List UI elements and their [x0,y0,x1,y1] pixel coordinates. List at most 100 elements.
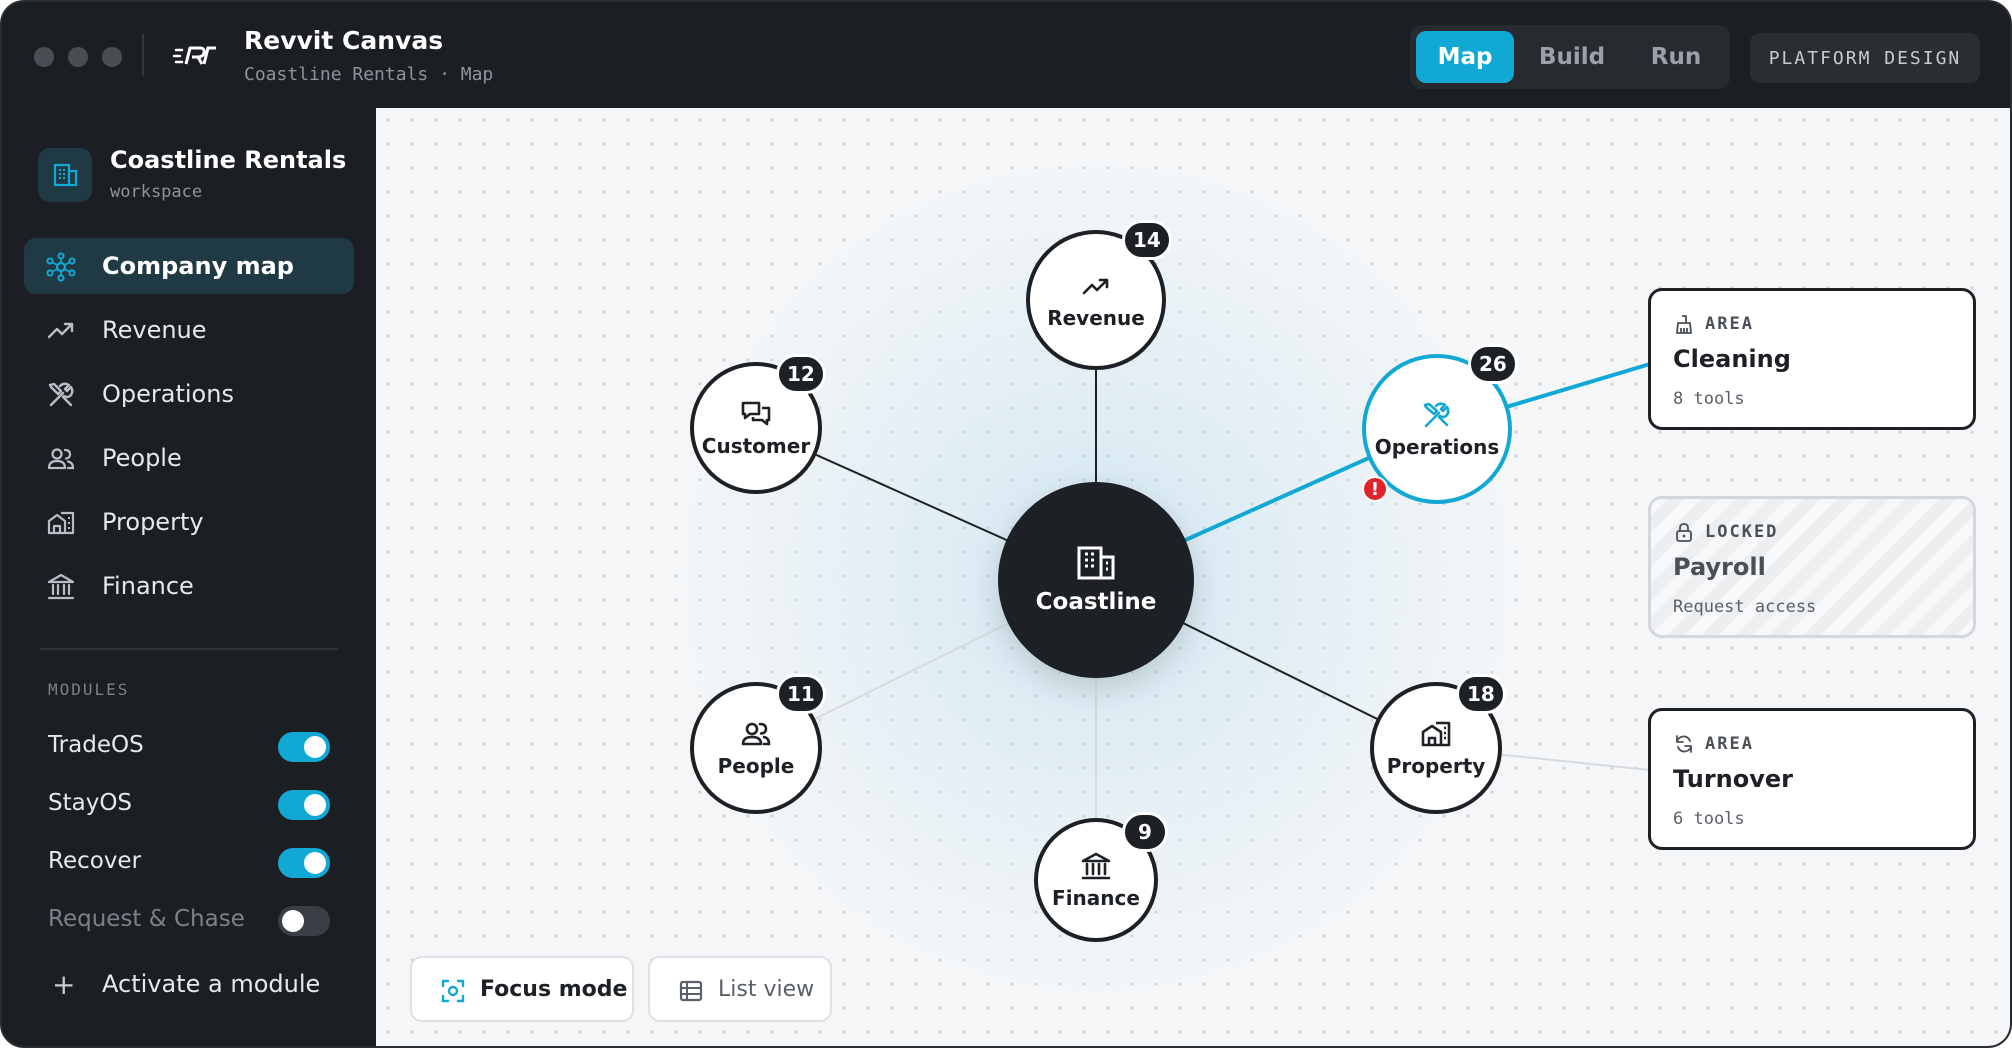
focus-icon [441,979,465,1003]
maximize-window-button[interactable] [102,47,122,67]
area-card-payroll-locked[interactable]: LOCKED Payroll Request access [1648,496,1976,638]
warning-icon[interactable]: ! [1362,476,1388,502]
toggle-knob [304,736,326,758]
node-center-coastline[interactable]: Coastline [998,482,1194,678]
property-icon [1421,721,1451,747]
trend-up-icon [47,322,74,339]
module-recover: Recover [48,846,330,880]
node-label: Property [1386,754,1486,778]
request-access-link[interactable]: Request access [1673,597,1816,617]
module-toggle-recover[interactable] [278,848,330,878]
tab-run[interactable]: Run [1628,31,1724,83]
list-icon [679,980,703,1002]
broom-icon [1676,315,1692,334]
modules-heading: MODULES [48,680,130,699]
view-mode-switcher: Map Build Run [1410,25,1730,89]
module-tradeos: TradeOS [48,730,330,764]
tools-icon [1423,402,1450,428]
count-badge-people: 11 [776,674,826,714]
app-window: Revvit Canvas Coastline Rentals · Map Ma… [0,0,2012,1048]
card-tag-label: AREA [1705,314,1754,334]
sidebar-item-operations[interactable]: Operations [24,366,354,422]
workspace-subtitle: workspace [110,182,203,202]
sidebar: Coastline Rentals workspace Company map … [2,108,376,1046]
trend-up-icon [1082,278,1109,295]
module-label: StayOS [48,790,133,816]
plus-icon: + [52,968,76,1001]
lock-icon [1676,523,1692,542]
sidebar-item-finance[interactable]: Finance [24,558,354,614]
card-tag: AREA [1673,733,1754,755]
sidebar-item-label: Property [102,508,204,536]
count-badge-operations: 26 [1468,344,1518,384]
map-canvas[interactable]: Revenue 14 Customer 12 Operations 26 ! P… [376,108,2010,1046]
minimize-window-button[interactable] [68,47,88,67]
sidebar-item-property[interactable]: Property [24,494,354,550]
module-label: TradeOS [48,732,144,758]
area-card-turnover[interactable]: AREA Turnover 6 tools [1648,708,1976,850]
close-window-button[interactable] [34,47,54,67]
property-icon [47,511,75,535]
bank-icon [47,573,75,600]
sidebar-item-people[interactable]: People [24,430,354,486]
breadcrumb: Coastline Rentals · Map [244,64,494,85]
module-toggle-request-chase[interactable] [278,906,330,936]
sidebar-item-label: Revenue [102,316,207,344]
node-label: Operations [1374,435,1500,459]
sidebar-divider [40,648,338,650]
card-tag: AREA [1673,313,1754,335]
node-label: People [717,754,795,778]
node-label: Revenue [1047,306,1145,330]
sidebar-item-label: People [102,444,182,472]
people-icon [47,448,75,470]
platform-design-button[interactable]: PLATFORM DESIGN [1750,33,1980,83]
focus-mode-label: Focus mode [480,976,628,1002]
focus-mode-button[interactable]: Focus mode [410,956,634,1022]
workspace-icon [38,148,92,202]
activate-module-label: Activate a module [102,970,321,998]
card-title: Cleaning [1673,345,1791,373]
chat-icon [741,401,771,426]
card-tag-label: LOCKED [1705,522,1779,542]
toggle-knob [304,794,326,816]
sidebar-item-label: Finance [102,572,194,600]
window-controls [34,47,122,67]
sidebar-item-company-map[interactable]: Company map [24,238,354,294]
toggle-knob [282,910,304,932]
module-label: Recover [48,848,142,874]
count-badge-property: 18 [1456,674,1506,714]
card-tag-label: AREA [1705,734,1754,754]
count-badge-revenue: 14 [1122,220,1172,260]
count-badge-finance: 9 [1122,812,1168,852]
tab-build[interactable]: Build [1522,31,1622,83]
module-stayos: StayOS [48,788,330,822]
node-label: Customer [701,434,811,458]
card-subtitle: 6 tools [1673,809,1745,829]
module-request-chase: Request & Chase [48,904,330,938]
tools-icon [48,382,74,407]
title-bar: Revvit Canvas Coastline Rentals · Map Ma… [2,2,2010,108]
building-icon [1077,546,1115,580]
card-title: Payroll [1673,553,1766,581]
building-icon [53,163,78,187]
toggle-knob [304,852,326,874]
workspace-name[interactable]: Coastline Rentals [110,146,346,174]
node-label: Finance [1052,886,1140,910]
module-label: Request & Chase [48,906,245,932]
list-view-label: List view [718,976,815,1002]
refresh-icon [1676,735,1692,753]
center-label: Coastline [1035,589,1157,615]
area-card-cleaning[interactable]: AREA Cleaning 8 tools [1648,288,1976,430]
tab-map[interactable]: Map [1416,31,1514,83]
card-title: Turnover [1673,765,1793,793]
app-title: Revvit Canvas [244,26,444,55]
module-toggle-tradeos[interactable] [278,732,330,762]
sidebar-item-label: Company map [102,252,294,280]
revvit-logo-icon [172,46,216,65]
list-view-button[interactable]: List view [648,956,832,1022]
sidebar-item-revenue[interactable]: Revenue [24,302,354,358]
sidebar-item-label: Operations [102,380,234,408]
module-toggle-stayos[interactable] [278,790,330,820]
title-divider [142,34,144,76]
company-map-icon [46,252,76,282]
